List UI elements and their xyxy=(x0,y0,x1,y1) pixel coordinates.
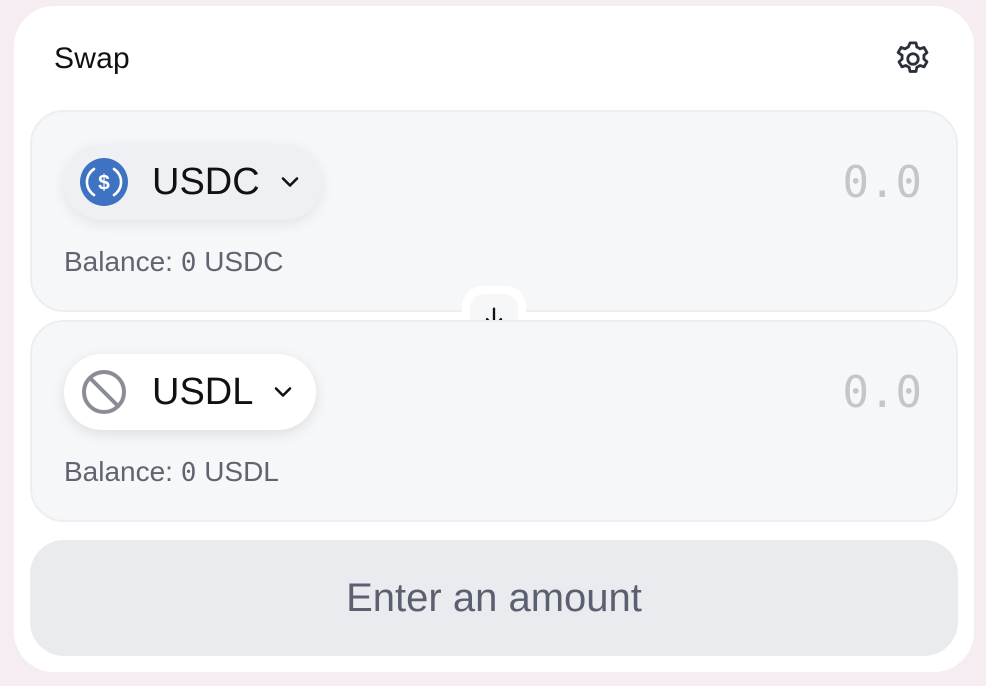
from-balance-symbol: USDC xyxy=(204,246,284,277)
gear-icon xyxy=(896,41,929,73)
enter-amount-button[interactable]: Enter an amount xyxy=(30,540,958,656)
from-balance-amount: 0 xyxy=(180,248,197,278)
to-token-panel: USDL Balance: 0 USDL xyxy=(30,320,958,522)
svg-text:$: $ xyxy=(98,172,110,195)
chevron-down-icon xyxy=(269,378,297,406)
to-balance-amount: 0 xyxy=(180,458,197,488)
from-balance: Balance: 0 USDC xyxy=(64,246,284,278)
to-balance-symbol: USDL xyxy=(204,456,279,487)
swap-card: Swap $ USDC Balance: 0 xyxy=(14,6,974,672)
from-balance-label: Balance: xyxy=(64,246,173,277)
from-amount-input[interactable] xyxy=(680,156,924,209)
from-token-panel: $ USDC Balance: 0 USDC xyxy=(30,110,958,312)
from-token-select[interactable]: $ USDC xyxy=(64,144,322,220)
usdc-logo-icon: $ xyxy=(80,158,128,206)
page-title: Swap xyxy=(54,42,130,75)
to-token-select[interactable]: USDL xyxy=(64,354,316,430)
from-token-symbol: USDC xyxy=(152,160,260,203)
to-token-symbol: USDL xyxy=(152,370,254,413)
to-balance: Balance: 0 USDL xyxy=(64,456,279,488)
to-amount-input[interactable] xyxy=(680,366,924,419)
settings-button[interactable] xyxy=(890,36,936,82)
to-balance-label: Balance: xyxy=(64,456,173,487)
no-logo-icon xyxy=(80,368,128,416)
chevron-down-icon xyxy=(276,168,304,196)
